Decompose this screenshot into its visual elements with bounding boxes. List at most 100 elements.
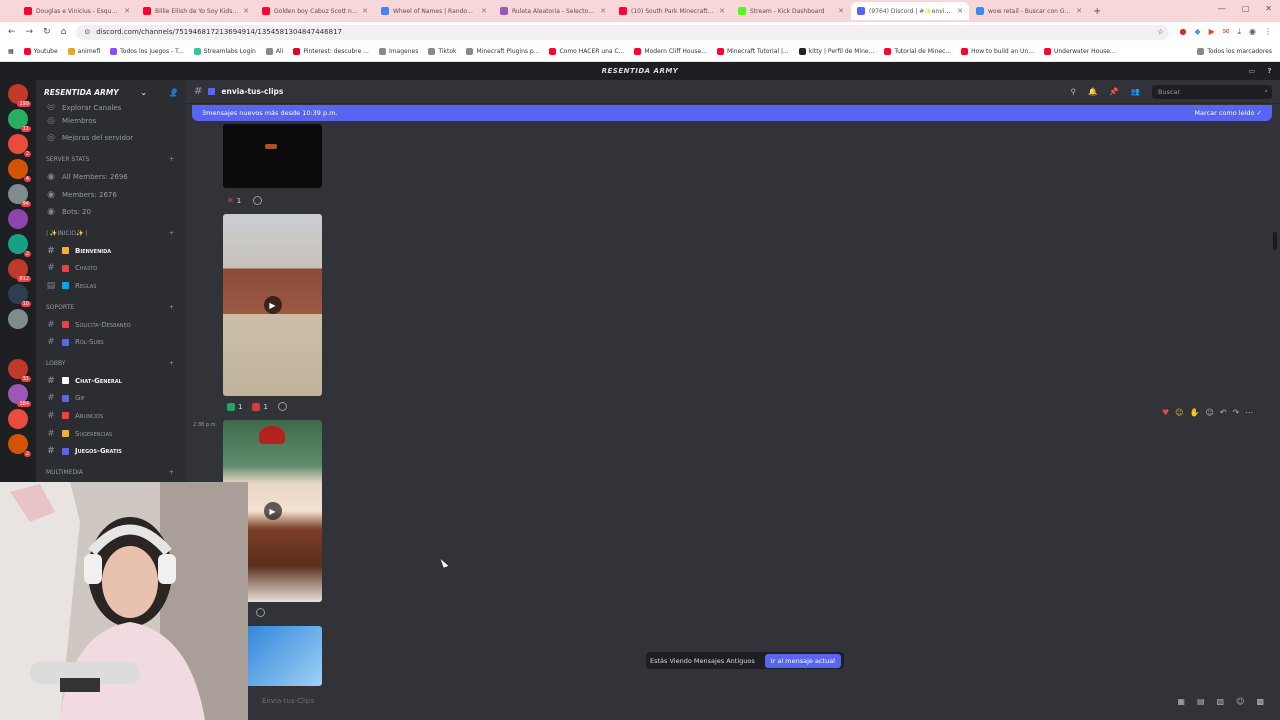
- members-icon[interactable]: 👥: [1131, 87, 1140, 96]
- new-tab-icon[interactable]: +: [1093, 6, 1101, 17]
- tab-close-icon[interactable]: ✕: [957, 7, 963, 15]
- site-info-icon[interactable]: ⊙: [84, 28, 90, 36]
- browser-tab[interactable]: Golden boy Cabuz Scott nos re ✕: [256, 2, 374, 20]
- bookmark-item[interactable]: Underwater House...: [1043, 48, 1116, 55]
- bookmark-item[interactable]: How to build an Un...: [961, 48, 1034, 55]
- channel-item[interactable]: # chasto: [42, 260, 180, 278]
- server-icon[interactable]: 2: [8, 434, 31, 457]
- gif-icon[interactable]: ▤: [1197, 697, 1205, 706]
- channel-category[interactable]: MULTIMEDIA +: [42, 464, 180, 481]
- pin-icon[interactable]: 📌: [1109, 87, 1118, 96]
- minimize-icon[interactable]: —: [1218, 4, 1226, 13]
- server-icon[interactable]: [8, 309, 28, 329]
- channel-item[interactable]: ◉ Members: 2676: [42, 186, 180, 204]
- bookmark-item[interactable]: Tutorial de Minec...: [884, 48, 951, 55]
- add-member-icon[interactable]: 👤: [169, 88, 178, 97]
- channel-item[interactable]: ◉ Bots: 20: [42, 203, 180, 221]
- bookmark-item[interactable]: Youtube: [23, 48, 58, 55]
- inbox-icon[interactable]: ▭: [1248, 67, 1255, 75]
- browser-tab[interactable]: (9764) Discord | #✨envia-tus ✕: [851, 2, 969, 20]
- mark-read-button[interactable]: Marcar como leído ✓: [1194, 109, 1262, 117]
- server-icon[interactable]: 31: [8, 359, 31, 382]
- server-icon[interactable]: 4: [8, 159, 31, 182]
- channel-item[interactable]: # solicita-desbaneo: [42, 316, 180, 334]
- scrollbar[interactable]: [1273, 232, 1277, 250]
- reaction-flag[interactable]: 1: [252, 402, 268, 411]
- home-icon[interactable]: ⌂: [61, 27, 67, 37]
- tab-close-icon[interactable]: ✕: [481, 7, 487, 15]
- channel-item[interactable]: ◉ All Members: 2696: [42, 168, 180, 186]
- browser-tab[interactable]: Douglas e Vinicius - Esquadrão ✕: [18, 2, 136, 20]
- browser-tab[interactable]: Billie Eilish de Yo Soy Kids reacc ✕: [137, 2, 255, 20]
- forward-icon[interactable]: ↷: [1233, 408, 1240, 417]
- channel-item[interactable]: # sugerencias: [42, 425, 180, 443]
- heart-emoji-icon[interactable]: ♥: [1162, 408, 1169, 417]
- bookmark-item[interactable]: Imagenes: [378, 48, 418, 55]
- server-icon[interactable]: 384: [8, 384, 31, 407]
- guild-menu-item[interactable]: ◎ Mejoras del servidor: [42, 130, 180, 148]
- new-messages-banner[interactable]: 3mensajes nuevos más desde 10:39 p.m. Ma…: [192, 105, 1272, 121]
- menu-icon[interactable]: ⋮: [1264, 27, 1272, 37]
- apps-icon[interactable]: ▩: [1256, 697, 1264, 706]
- threads-icon[interactable]: ⚲: [1070, 87, 1076, 96]
- bookmark-item[interactable]: kitty | Perfil de Mine...: [798, 48, 874, 55]
- guild-menu-item[interactable]: ◎ Explorar Canales: [42, 104, 180, 112]
- server-icon[interactable]: [8, 209, 28, 229]
- channel-item[interactable]: # gif: [42, 390, 180, 408]
- more-icon[interactable]: ⋯: [1245, 408, 1253, 417]
- bookmark-item[interactable]: Todos los juegos - T...: [110, 48, 184, 55]
- bookmark-item[interactable]: Minecraft Plugins p...: [466, 48, 539, 55]
- browser-tab[interactable]: Wheel of Names | Random nam ✕: [375, 2, 493, 20]
- server-icon[interactable]: 10: [8, 284, 31, 307]
- tab-close-icon[interactable]: ✕: [362, 7, 368, 15]
- channel-category[interactable]: SERVER STATS +: [42, 151, 180, 168]
- server-icon[interactable]: 2: [8, 234, 31, 257]
- video-attachment[interactable]: ▶: [223, 214, 322, 396]
- tab-close-icon[interactable]: ✕: [838, 7, 844, 15]
- tab-close-icon[interactable]: ✕: [243, 7, 249, 15]
- server-icon[interactable]: 94: [8, 184, 31, 207]
- channel-category[interactable]: LOBBY +: [42, 355, 180, 372]
- close-icon[interactable]: ✕: [1265, 4, 1272, 13]
- browser-tab[interactable]: (10) South Park Minecraft 6/5 ✕: [613, 2, 731, 20]
- bookmark-item[interactable]: Tiktok: [428, 48, 456, 55]
- emoji-icon[interactable]: ☺: [1236, 697, 1244, 706]
- add-channel-icon[interactable]: +: [169, 360, 174, 367]
- server-icon[interactable]: 812: [8, 259, 31, 282]
- channel-category[interactable]: SOPORTE +: [42, 299, 180, 316]
- back-icon[interactable]: ←: [8, 27, 16, 37]
- tab-close-icon[interactable]: ✕: [1076, 7, 1082, 15]
- bookmark-item[interactable]: Streamlabs Login: [193, 48, 256, 55]
- youtube-ext-icon[interactable]: ▶: [1209, 27, 1215, 37]
- add-reaction-icon[interactable]: ☺: [1205, 408, 1213, 417]
- browser-tab[interactable]: Ruleta Aleatoria - Selector Ran ✕: [494, 2, 612, 20]
- gift-icon[interactable]: ▦: [1177, 697, 1185, 706]
- reaction-check[interactable]: 1: [227, 402, 242, 411]
- server-icon[interactable]: [8, 334, 28, 354]
- search-input[interactable]: Buscar ⌕: [1152, 84, 1272, 99]
- channel-category[interactable]: | ✨INICIO✨ | +: [42, 225, 180, 242]
- profile-icon[interactable]: ◉: [1249, 27, 1256, 37]
- add-reaction-icon[interactable]: [253, 196, 263, 205]
- channel-item[interactable]: # juegos-gratis: [42, 442, 180, 460]
- bookmark-star-icon[interactable]: ☆: [1157, 28, 1163, 36]
- channel-item[interactable]: # rol-subs: [42, 333, 180, 351]
- message-composer[interactable]: Envia-tus-Clips ▦ ▤ ▧ ☺ ▩: [192, 688, 1272, 714]
- guild-menu-item[interactable]: ◎ Miembros: [42, 112, 180, 130]
- reload-icon[interactable]: ↻: [43, 27, 51, 37]
- bookmark-item[interactable]: Modern Cliff House...: [634, 48, 707, 55]
- channel-item[interactable]: # chat-general: [42, 372, 180, 390]
- channel-item[interactable]: # bienvenida: [42, 242, 180, 260]
- browser-tab[interactable]: Stream - Kick Dashboard ✕: [732, 2, 850, 20]
- tab-close-icon[interactable]: ✕: [124, 7, 130, 15]
- forward-icon[interactable]: →: [26, 27, 34, 37]
- tab-close-icon[interactable]: ✕: [719, 7, 725, 15]
- tab-close-icon[interactable]: ✕: [600, 7, 606, 15]
- server-icon[interactable]: 199: [8, 84, 31, 107]
- apps-grid-icon[interactable]: ▦: [8, 48, 14, 55]
- jump-to-present-button[interactable]: Ir al mensaje actual: [764, 653, 841, 668]
- mail-icon[interactable]: ✉: [1223, 27, 1230, 37]
- channel-item[interactable]: # anuncios: [42, 407, 180, 425]
- guild-header[interactable]: RESENTIDA ARMY ⌄ 👤: [36, 80, 186, 104]
- help-icon[interactable]: ?: [1267, 67, 1272, 75]
